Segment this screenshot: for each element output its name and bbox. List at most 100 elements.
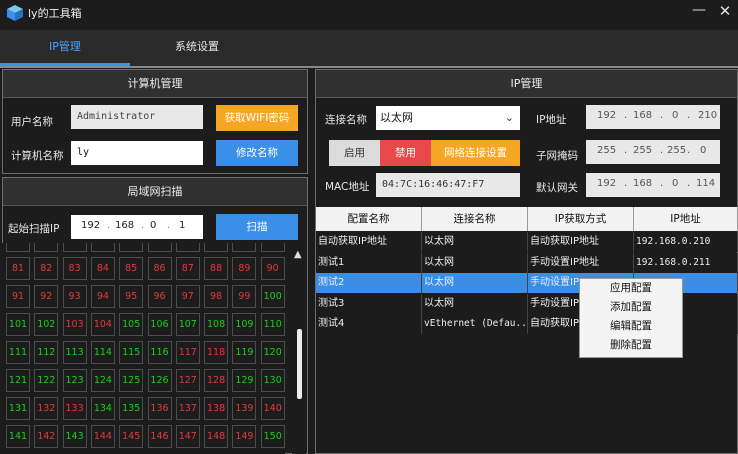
- table-row[interactable]: 自动获取IP地址 以太网 自动获取IP地址 192.168.0.210: [316, 232, 738, 252]
- ip-cell[interactable]: 113: [62, 341, 87, 364]
- ip-cell[interactable]: 141: [6, 425, 30, 448]
- ip-cell[interactable]: 130: [260, 369, 285, 392]
- ip-cell[interactable]: 128: [204, 369, 229, 392]
- ip-cell[interactable]: 150: [260, 425, 285, 448]
- ip-cell[interactable]: 103: [62, 313, 87, 336]
- ip-cell[interactable]: 126: [147, 369, 172, 392]
- menu-item-add-config[interactable]: 添加配置: [580, 298, 682, 317]
- ip-cell[interactable]: 148: [204, 425, 229, 448]
- ip-cell[interactable]: 139: [232, 397, 257, 420]
- ip-cell[interactable]: 73: [62, 243, 87, 252]
- tab-ip-management[interactable]: IP管理: [0, 30, 130, 64]
- get-wifi-password-button[interactable]: 获取WIFI密码: [216, 105, 298, 131]
- ip-cell[interactable]: 101: [6, 313, 30, 336]
- ip-cell[interactable]: 78: [204, 243, 229, 252]
- ip-cell[interactable]: 110: [260, 313, 285, 336]
- ip-cell[interactable]: 124: [90, 369, 115, 392]
- ip-cell[interactable]: 79: [232, 243, 257, 252]
- ip-cell[interactable]: 147: [175, 425, 200, 448]
- ip-cell[interactable]: 94: [90, 285, 115, 308]
- ip-cell[interactable]: 91: [6, 285, 30, 308]
- ip-cell[interactable]: 114: [90, 341, 115, 364]
- ip-cell[interactable]: 98: [204, 285, 229, 308]
- ip-cell[interactable]: 129: [232, 369, 257, 392]
- scroll-up-icon[interactable]: ▲: [294, 249, 302, 260]
- column-header[interactable]: 连接名称: [422, 207, 528, 231]
- minimize-button[interactable]: —: [690, 2, 708, 22]
- ip-cell[interactable]: 149: [232, 425, 257, 448]
- ip-cell[interactable]: 108: [204, 313, 229, 336]
- ip-cell[interactable]: 96: [147, 285, 172, 308]
- ip-address-input[interactable]: 192 . 168 . 0 . 210: [586, 105, 720, 129]
- ip-cell[interactable]: 81: [6, 257, 30, 280]
- ip-cell[interactable]: 72: [34, 243, 59, 252]
- ip-cell[interactable]: 89: [232, 257, 257, 280]
- ip-cell[interactable]: 131: [6, 397, 30, 420]
- enable-button[interactable]: 启用: [329, 140, 380, 166]
- ip-cell[interactable]: 137: [175, 397, 200, 420]
- ip-cell[interactable]: 138: [204, 397, 229, 420]
- ip-cell[interactable]: 118: [204, 341, 229, 364]
- ip-cell[interactable]: 100: [260, 285, 285, 308]
- ip-cell[interactable]: 142: [34, 425, 59, 448]
- ip-cell[interactable]: 125: [119, 369, 144, 392]
- ip-cell[interactable]: 107: [175, 313, 200, 336]
- ip-cell[interactable]: 76: [147, 243, 172, 252]
- menu-item-delete-config[interactable]: 删除配置: [580, 336, 682, 355]
- ip-cell[interactable]: 95: [119, 285, 144, 308]
- start-ip-input[interactable]: 192 . 168 . 0 . 1: [71, 215, 203, 239]
- ip-cell[interactable]: 143: [62, 425, 87, 448]
- ip-cell[interactable]: 132: [34, 397, 59, 420]
- ip-cell[interactable]: 99: [232, 285, 257, 308]
- subnet-mask-input[interactable]: 255 . 255 . 255 . 0: [586, 140, 720, 164]
- close-button[interactable]: ✕: [716, 2, 734, 22]
- ip-cell[interactable]: 144: [90, 425, 115, 448]
- ip-cell[interactable]: 116: [147, 341, 172, 364]
- computer-name-field[interactable]: ly: [71, 141, 203, 165]
- ip-cell[interactable]: 104: [90, 313, 115, 336]
- ip-cell[interactable]: 117: [175, 341, 200, 364]
- ip-cell[interactable]: 105: [119, 313, 144, 336]
- ip-cell[interactable]: 102: [34, 313, 59, 336]
- ip-cell[interactable]: 111: [6, 341, 30, 364]
- ip-cell[interactable]: 136: [147, 397, 172, 420]
- ip-cell[interactable]: 85: [119, 257, 144, 280]
- column-header[interactable]: IP地址: [634, 207, 738, 231]
- ip-cell[interactable]: 133: [62, 397, 87, 420]
- ip-cell[interactable]: 77: [175, 243, 200, 252]
- ip-cell[interactable]: 112: [34, 341, 59, 364]
- table-row[interactable]: 测试1 以太网 手动设置IP地址 192.168.0.211: [316, 252, 738, 273]
- ip-cell[interactable]: 146: [147, 425, 172, 448]
- ip-cell[interactable]: 122: [34, 369, 59, 392]
- ip-cell[interactable]: 145: [119, 425, 144, 448]
- ip-cell[interactable]: 87: [175, 257, 200, 280]
- menu-item-edit-config[interactable]: 编辑配置: [580, 317, 682, 336]
- gateway-input[interactable]: 192 . 168 . 0 . 114: [586, 173, 720, 197]
- ip-cell[interactable]: 88: [204, 257, 229, 280]
- ip-cell[interactable]: 121: [6, 369, 30, 392]
- username-field[interactable]: Administrator: [71, 105, 203, 129]
- tab-system-settings[interactable]: 系统设置: [130, 30, 264, 64]
- scan-button[interactable]: 扫描: [216, 214, 298, 240]
- scroll-thumb[interactable]: [297, 329, 302, 399]
- ip-cell[interactable]: 90: [260, 257, 285, 280]
- menu-item-apply-config[interactable]: 应用配置: [580, 279, 682, 298]
- ip-cell[interactable]: 119: [232, 341, 257, 364]
- ip-cell[interactable]: 127: [175, 369, 200, 392]
- column-header[interactable]: 配置名称: [316, 207, 422, 231]
- disable-button[interactable]: 禁用: [380, 140, 431, 166]
- ip-cell[interactable]: 135: [119, 397, 144, 420]
- ip-cell[interactable]: 140: [260, 397, 285, 420]
- ip-cell[interactable]: 123: [62, 369, 87, 392]
- column-header[interactable]: IP获取方式: [528, 207, 634, 231]
- ip-cell[interactable]: 80: [260, 243, 285, 252]
- ip-cell[interactable]: 82: [34, 257, 59, 280]
- ip-cell[interactable]: 71: [6, 243, 30, 252]
- network-settings-button[interactable]: 网络连接设置: [431, 140, 520, 166]
- rename-button[interactable]: 修改名称: [216, 140, 298, 166]
- ip-cell[interactable]: 92: [34, 285, 59, 308]
- ip-cell[interactable]: 83: [62, 257, 87, 280]
- ip-cell[interactable]: 120: [260, 341, 285, 364]
- ip-cell[interactable]: 86: [147, 257, 172, 280]
- ip-cell[interactable]: 75: [119, 243, 144, 252]
